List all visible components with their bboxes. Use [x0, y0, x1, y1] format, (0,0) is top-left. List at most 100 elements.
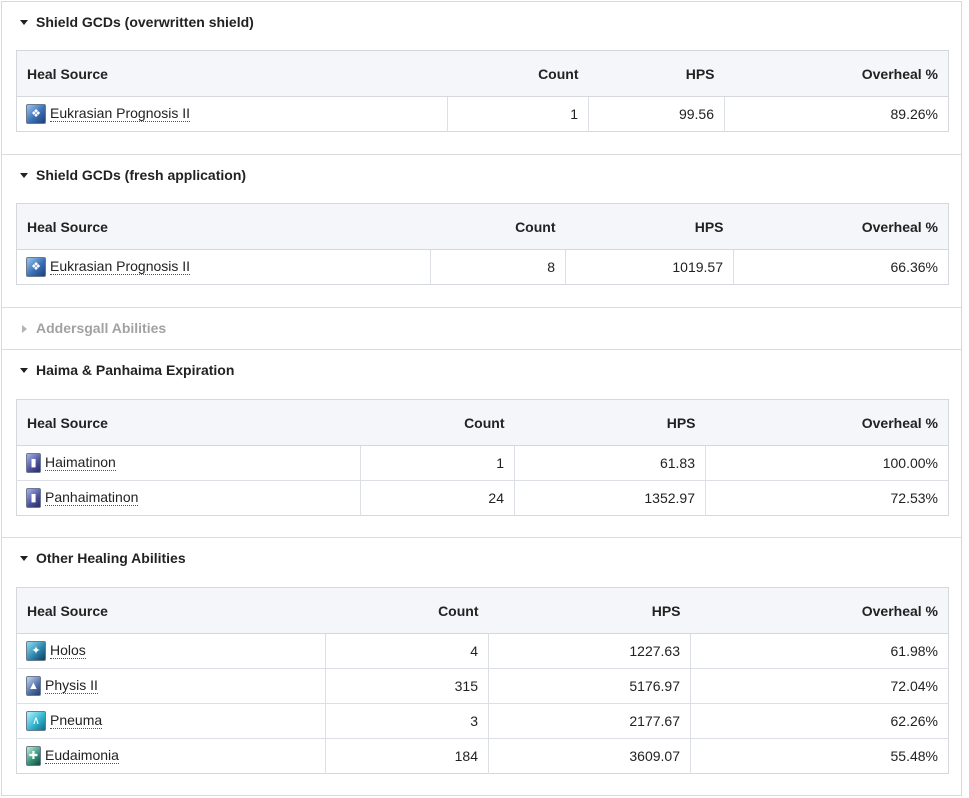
hps-cell: 3609.07 — [488, 738, 691, 774]
eudaimonia-icon: ✚ — [26, 746, 41, 766]
heal-table: Heal Source Count HPS Overheal % ▮ Haima… — [16, 399, 949, 516]
eukrasian-prognosis-icon: ❖ — [26, 257, 46, 277]
column-header-count[interactable]: Count — [325, 587, 489, 634]
caret-down-icon — [20, 368, 28, 373]
section-title: Shield GCDs (fresh application) — [36, 167, 247, 183]
column-header-overheal[interactable]: Overheal % — [733, 203, 949, 250]
source-cell: ▮ Panhaimatinon — [16, 480, 361, 516]
overheal-cell: 62.26% — [690, 703, 949, 739]
eukrasian-prognosis-icon: ❖ — [26, 104, 46, 124]
column-header-hps[interactable]: HPS — [565, 203, 734, 250]
hps-cell: 1352.97 — [514, 480, 706, 516]
healing-breakdown-panel: Shield GCDs (overwritten shield) Heal So… — [1, 1, 962, 796]
heal-source-link[interactable]: Pneuma — [50, 713, 103, 729]
section-title: Addersgall Abilities — [36, 320, 167, 336]
overheal-cell: 72.04% — [690, 668, 949, 704]
column-header-overheal[interactable]: Overheal % — [724, 50, 949, 97]
heal-source-link[interactable]: Holos — [50, 643, 86, 659]
heal-table: Heal Source Count HPS Overheal % ❖ Eukra… — [16, 203, 949, 285]
column-header-overheal[interactable]: Overheal % — [705, 399, 949, 446]
table-row: ✚ Eudaimonia 184 3609.07 55.48% — [16, 738, 949, 774]
table-row: ❖ Eukrasian Prognosis II 8 1019.57 66.36… — [16, 249, 949, 285]
overheal-cell: 89.26% — [890, 106, 938, 122]
source-cell: ❖ Eukrasian Prognosis II — [16, 249, 431, 285]
source-cell: ∧ Pneuma — [16, 703, 326, 739]
count-cell: 184 — [325, 738, 489, 774]
overheal-cell: 61.98% — [690, 633, 949, 669]
section-toggle[interactable]: Shield GCDs (overwritten shield) — [2, 2, 961, 42]
haimatinon-icon: ▮ — [26, 453, 41, 473]
hps-cell: 99.56 — [588, 96, 725, 132]
heal-source-link[interactable]: Eukrasian Prognosis II — [50, 259, 191, 275]
count-cell: 315 — [325, 668, 489, 704]
section-shield-overwritten: Shield GCDs (overwritten shield) Heal So… — [2, 2, 961, 155]
caret-down-icon — [20, 556, 28, 561]
column-header-count[interactable]: Count — [360, 399, 515, 446]
section-title: Shield GCDs (overwritten shield) — [36, 14, 254, 30]
column-header-overheal[interactable]: Overheal % — [690, 587, 949, 634]
source-cell: ▲ Physis II — [16, 668, 326, 704]
section-toggle[interactable]: Shield GCDs (fresh application) — [2, 155, 961, 195]
count-cell: 1 — [360, 445, 515, 481]
source-cell: ✚ Eudaimonia — [16, 738, 326, 774]
table-row: ❖ Eukrasian Prognosis II 1 99.56 89.26% — [16, 96, 949, 132]
column-header-source[interactable]: Heal Source — [16, 203, 431, 250]
heal-table: Heal Source Count HPS Overheal % ❖ Eukra… — [16, 50, 949, 132]
column-header-count[interactable]: Count — [447, 50, 589, 97]
caret-right-icon — [22, 324, 27, 333]
hps-cell: 5176.97 — [488, 668, 691, 704]
heal-source-link[interactable]: Panhaimatinon — [45, 490, 139, 506]
hps-cell: 2177.67 — [488, 703, 691, 739]
overheal-cell: 55.48% — [890, 748, 938, 764]
table-row: ✦ Holos 4 1227.63 61.98% — [16, 633, 949, 669]
pneuma-icon: ∧ — [26, 711, 46, 731]
count-cell: 24 — [360, 480, 515, 516]
column-header-source[interactable]: Heal Source — [16, 587, 326, 634]
caret-down-icon — [20, 173, 28, 178]
count-cell: 1 — [447, 96, 589, 132]
overheal-cell: 66.36% — [890, 259, 938, 275]
source-cell: ▮ Haimatinon — [16, 445, 361, 481]
section-title: Other Healing Abilities — [36, 550, 186, 566]
holos-icon: ✦ — [26, 641, 46, 661]
column-header-source[interactable]: Heal Source — [16, 399, 361, 446]
heal-source-link[interactable]: Eudaimonia — [45, 748, 119, 764]
section-toggle[interactable]: Haima & Panhaima Expiration — [2, 350, 961, 390]
overheal-cell: 72.53% — [890, 490, 938, 506]
section-shield-fresh: Shield GCDs (fresh application) Heal Sou… — [2, 155, 961, 308]
source-cell: ❖ Eukrasian Prognosis II — [16, 96, 448, 132]
section-title: Haima & Panhaima Expiration — [36, 362, 235, 378]
column-header-hps[interactable]: HPS — [588, 50, 725, 97]
column-header-hps[interactable]: HPS — [514, 399, 706, 446]
overheal-cell: 100.00% — [705, 445, 949, 481]
hps-cell: 61.83 — [514, 445, 706, 481]
column-header-hps[interactable]: HPS — [488, 587, 691, 634]
panhaimatinon-icon: ▮ — [26, 488, 41, 508]
table-header-row: Heal Source Count HPS Overheal % — [16, 203, 949, 250]
table-header-row: Heal Source Count HPS Overheal % — [16, 50, 949, 97]
table-row: ▮ Haimatinon 1 61.83 100.00% — [16, 445, 949, 481]
source-cell: ✦ Holos — [16, 633, 326, 669]
section-addersgall: Addersgall Abilities — [2, 308, 961, 350]
section-other-healing: Other Healing Abilities Heal Source Coun… — [2, 538, 961, 797]
column-header-count[interactable]: Count — [430, 203, 566, 250]
heal-source-link[interactable]: Eukrasian Prognosis II — [50, 106, 191, 122]
heal-table: Heal Source Count HPS Overheal % ✦ Holos… — [16, 587, 949, 774]
physis-icon: ▲ — [26, 676, 41, 696]
table-row: ∧ Pneuma 3 2177.67 62.26% — [16, 703, 949, 739]
heal-source-link[interactable]: Physis II — [45, 678, 98, 694]
section-haima-expiration: Haima & Panhaima Expiration Heal Source … — [2, 350, 961, 538]
table-row: ▲ Physis II 315 5176.97 72.04% — [16, 668, 949, 704]
count-cell: 8 — [430, 249, 566, 285]
table-row: ▮ Panhaimatinon 24 1352.97 72.53% — [16, 480, 949, 516]
section-toggle[interactable]: Other Healing Abilities — [2, 538, 961, 578]
hps-cell: 1019.57 — [565, 249, 734, 285]
table-header-row: Heal Source Count HPS Overheal % — [16, 399, 949, 446]
section-toggle[interactable]: Addersgall Abilities — [2, 308, 961, 348]
count-cell: 4 — [325, 633, 489, 669]
heal-source-link[interactable]: Haimatinon — [45, 455, 116, 471]
hps-cell: 1227.63 — [488, 633, 691, 669]
caret-down-icon — [20, 20, 28, 25]
column-header-source[interactable]: Heal Source — [16, 50, 448, 97]
table-header-row: Heal Source Count HPS Overheal % — [16, 587, 949, 634]
